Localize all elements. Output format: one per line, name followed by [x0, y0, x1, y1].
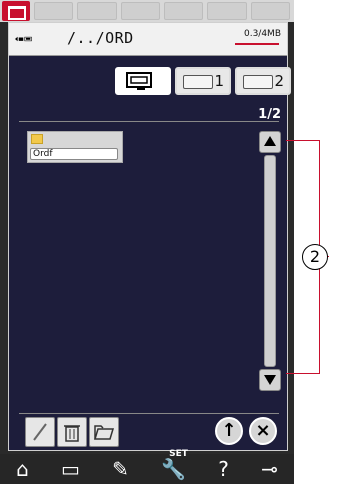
- callout-number: 2: [302, 244, 328, 270]
- machine-icon: [126, 72, 152, 90]
- callout-line: [286, 373, 320, 374]
- trash-icon: [64, 425, 80, 442]
- home-icon[interactable]: ⌂: [16, 457, 29, 481]
- machine-settings-icon[interactable]: ▭: [61, 457, 80, 481]
- tab[interactable]: [77, 2, 117, 20]
- memory-bar: [235, 43, 279, 45]
- usb-icon: [243, 75, 273, 89]
- source-selector: 1 2: [115, 67, 291, 97]
- memory-usage: 0.3/4MB: [243, 29, 281, 39]
- scroll-up-button[interactable]: [259, 131, 281, 153]
- arrow-down-icon: [264, 375, 276, 385]
- usb-1-button[interactable]: 1: [175, 67, 231, 95]
- rename-button[interactable]: [25, 417, 55, 447]
- lock-icon[interactable]: ✎: [112, 457, 129, 481]
- current-path: /../ORD: [67, 29, 134, 47]
- tab[interactable]: [207, 2, 247, 20]
- machine-logo-icon: [2, 1, 30, 21]
- device-frame: /../ORD 0.3/4MB 1 2 1/2 Ordf ↑ × ⌂ ▭ ✎ 🔧…: [0, 0, 294, 484]
- delete-button[interactable]: [57, 417, 87, 447]
- tab[interactable]: [250, 2, 290, 20]
- page-indicator: 1/2: [258, 107, 281, 122]
- pencil-icon: [33, 423, 47, 441]
- open-folder-icon: [93, 425, 115, 440]
- tab-strip: [34, 2, 290, 20]
- folder-icon: [31, 134, 43, 144]
- scroll-down-button[interactable]: [259, 369, 281, 391]
- tab[interactable]: [120, 2, 160, 20]
- set-wrench-icon[interactable]: 🔧 SET: [161, 449, 188, 481]
- back-folder-icon[interactable]: [15, 33, 33, 45]
- new-folder-button[interactable]: [89, 417, 119, 447]
- usb-2-label: 2: [274, 72, 284, 90]
- bottom-bar: ⌂ ▭ ✎ 🔧 SET ? ⊸: [0, 449, 294, 484]
- up-folder-button[interactable]: ↑: [215, 417, 243, 445]
- top-bar: [0, 0, 294, 22]
- usb-2-button[interactable]: 2: [235, 67, 291, 95]
- divider: [19, 121, 279, 122]
- divider: [19, 413, 279, 414]
- path-bar: /../ORD 0.3/4MB: [9, 23, 287, 56]
- help-icon[interactable]: ?: [218, 457, 229, 481]
- arrow-up-icon: [264, 136, 276, 146]
- scrollbar[interactable]: [259, 131, 281, 391]
- usb-1-label: 1: [214, 72, 224, 90]
- set-label: SET: [169, 449, 188, 459]
- folder-name: Ordf: [30, 148, 118, 160]
- close-icon: ×: [255, 420, 271, 441]
- machine-memory-button[interactable]: [115, 67, 171, 95]
- tab[interactable]: [163, 2, 204, 20]
- file-browser-screen: /../ORD 0.3/4MB 1 2 1/2 Ordf ↑ ×: [8, 22, 291, 451]
- close-button[interactable]: ×: [249, 417, 277, 445]
- tab[interactable]: [34, 2, 74, 20]
- scroll-track[interactable]: [264, 155, 276, 367]
- up-arrow-icon: ↑: [221, 420, 237, 441]
- key-icon[interactable]: ⊸: [261, 457, 278, 481]
- callout-line: [286, 140, 320, 141]
- usb-icon: [183, 75, 213, 89]
- folder-item[interactable]: Ordf: [27, 131, 123, 163]
- file-tools: [25, 417, 119, 447]
